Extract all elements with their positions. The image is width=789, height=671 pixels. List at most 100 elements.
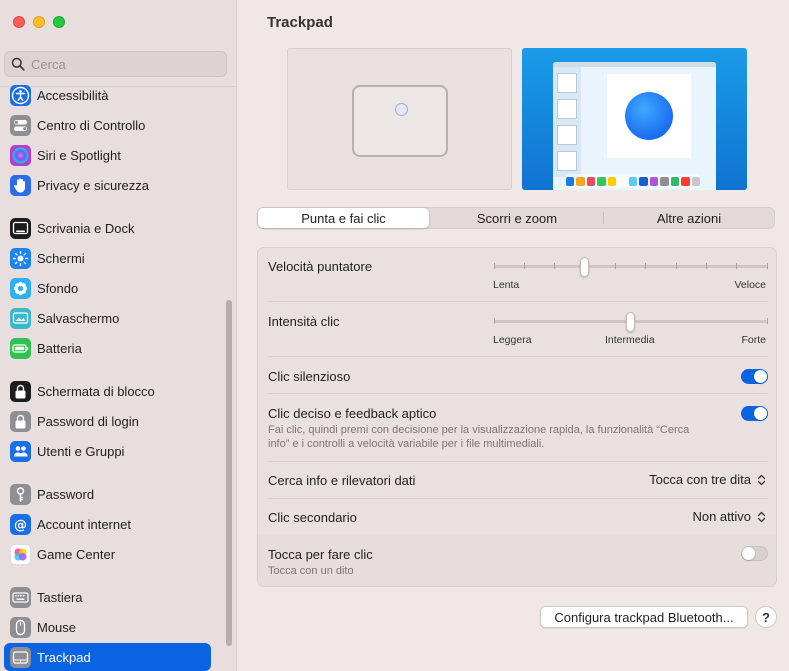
slider-tick	[554, 263, 556, 269]
sidebar-item-schermi[interactable]: Schermi	[4, 244, 211, 272]
sidebar: Accessibilità Centro di Controllo Siri e S…	[0, 0, 237, 671]
svg-text:@: @	[14, 518, 27, 533]
preview-thumb	[557, 125, 577, 145]
force-click-toggle[interactable]	[741, 406, 768, 421]
lookup-popup[interactable]: Tocca con tre dita	[649, 472, 766, 487]
settings-panel: Velocità puntatore Lenta Veloce Intensit…	[257, 247, 777, 587]
sidebar-item-salvaschermo[interactable]: Salvaschermo	[4, 304, 211, 332]
secondary-click-label: Clic secondario	[268, 510, 357, 525]
battery-icon	[10, 337, 31, 359]
sidebar-item-label: Account internet	[37, 516, 131, 532]
at-icon: @	[10, 513, 31, 535]
accessibility-icon	[10, 84, 31, 106]
sidebar-item-label: Batteria	[37, 340, 82, 356]
sidebar-scrollbar[interactable]	[226, 300, 232, 646]
sidebar-item-schermata-di-blocco[interactable]: Schermata di blocco	[4, 377, 211, 405]
sidebar-item-password-di-login[interactable]: Password di login	[4, 407, 211, 435]
tap-to-click-toggle[interactable]	[741, 546, 768, 561]
sidebar-item-batteria[interactable]: Batteria	[4, 334, 211, 362]
slider-min-label: Lenta	[493, 279, 520, 291]
close-window-button[interactable]	[13, 16, 25, 28]
preview-circle	[625, 92, 673, 140]
sidebar-item-account-internet[interactable]: @ Account internet	[4, 510, 211, 538]
game-center-icon	[10, 543, 31, 565]
preview-thumb	[557, 99, 577, 119]
secondary-click-popup[interactable]: Non attivo	[692, 509, 766, 524]
sidebar-item-label: Game Center	[37, 546, 116, 562]
screensaver-icon	[10, 307, 31, 329]
sidebar-item-label: Schermata di blocco	[37, 383, 155, 399]
row-separator	[268, 393, 768, 394]
sidebar-item-label: Privacy e sicurezza	[37, 177, 149, 193]
lookup-label: Cerca info e rilevatori dati	[268, 473, 416, 488]
sidebar-item-label: Utenti e Gruppi	[37, 443, 125, 459]
sidebar-item-game-center[interactable]: Game Center	[4, 540, 211, 568]
preview-sidebar	[553, 67, 581, 177]
force-click-description-line2: info” e i controlli a velocità variabile…	[268, 438, 545, 450]
desktop-dock-icon	[10, 217, 31, 239]
main-pane: Trackpad Punta e fai clic Scorri e zoom …	[237, 0, 789, 671]
sidebar-item-siri-e-spotlight[interactable]: Siri e Spotlight	[4, 141, 211, 169]
mouse-icon	[10, 616, 31, 638]
lock-icon	[10, 410, 31, 432]
help-button[interactable]: ?	[755, 606, 777, 628]
silent-click-toggle[interactable]	[741, 369, 768, 384]
slider-tick	[614, 263, 616, 269]
displays-icon	[10, 247, 31, 269]
trackpad-icon	[10, 646, 31, 668]
sidebar-item-trackpad[interactable]: Trackpad	[4, 643, 211, 671]
row-separator	[268, 301, 768, 302]
sidebar-item-password[interactable]: Password	[4, 480, 211, 508]
sidebar-item-label: Password di login	[37, 413, 139, 429]
lookup-value: Tocca con tre dita	[649, 472, 751, 487]
sidebar-item-sfondo[interactable]: Sfondo	[4, 274, 211, 302]
search-field[interactable]	[4, 51, 227, 77]
sidebar-item-accessibilità[interactable]: Accessibilità	[4, 81, 211, 109]
slider-tick	[766, 263, 768, 269]
force-click-description-line1: Fai clic, quindi premi con decisione per…	[268, 424, 690, 436]
slider-tick	[493, 318, 495, 324]
sidebar-item-label: Schermi	[37, 250, 85, 266]
tab-point-click[interactable]: Punta e fai clic	[258, 208, 429, 228]
sidebar-item-tastiera[interactable]: Tastiera	[4, 583, 211, 611]
sidebar-item-label: Password	[37, 486, 95, 502]
sidebar-item-privacy-e-sicurezza[interactable]: Privacy e sicurezza	[4, 171, 211, 199]
slider-tick	[675, 263, 677, 269]
sidebar-item-label: Centro di Controllo	[37, 117, 146, 133]
slider-min-label: Leggera	[493, 334, 532, 346]
force-click-label: Clic deciso e feedback aptico	[268, 406, 437, 421]
keyboard-icon	[10, 586, 31, 608]
setup-bluetooth-trackpad-button[interactable]: Configura trackpad Bluetooth...	[540, 606, 748, 628]
slider-knob[interactable]	[626, 312, 635, 332]
slider-knob[interactable]	[579, 257, 589, 277]
zoom-window-button[interactable]	[53, 16, 65, 28]
sidebar-item-label: Accessibilità	[37, 87, 109, 103]
minimize-window-button[interactable]	[33, 16, 45, 28]
wallpaper-icon	[10, 277, 31, 299]
search-input[interactable]	[31, 56, 211, 72]
toggle-thumb	[742, 547, 755, 560]
sidebar-item-label: Salvaschermo	[37, 310, 120, 326]
slider-track	[494, 265, 767, 268]
key-icon	[10, 483, 31, 505]
sidebar-item-utenti-e-gruppi[interactable]: Utenti e Gruppi	[4, 437, 211, 465]
tab-bar: Punta e fai clic Scorri e zoom Altre azi…	[257, 207, 775, 229]
tracking-speed-label: Velocità puntatore	[268, 259, 373, 274]
slider-max-label: Forte	[741, 334, 766, 346]
hand-icon	[10, 174, 31, 196]
preview-thumb	[557, 73, 577, 93]
tab-more-gestures[interactable]: Altre azioni	[604, 208, 774, 228]
screen-preview	[522, 48, 747, 190]
tab-scroll-zoom[interactable]: Scorri e zoom	[432, 208, 602, 228]
sidebar-item-label: Siri e Spotlight	[37, 147, 121, 163]
lock-screen-icon	[10, 380, 31, 402]
sidebar-item-scrivania-e-dock[interactable]: Scrivania e Dock	[4, 214, 211, 242]
row-separator	[268, 356, 768, 357]
finger-dot	[395, 103, 408, 116]
sidebar-item-mouse[interactable]: Mouse	[4, 613, 211, 641]
updown-chevron-icon	[757, 511, 766, 522]
trackpad-gesture-preview	[287, 48, 512, 190]
search-icon	[11, 57, 25, 71]
sidebar-item-centro-di-controllo[interactable]: Centro di Controllo	[4, 111, 211, 139]
preview-thumb	[557, 151, 577, 171]
